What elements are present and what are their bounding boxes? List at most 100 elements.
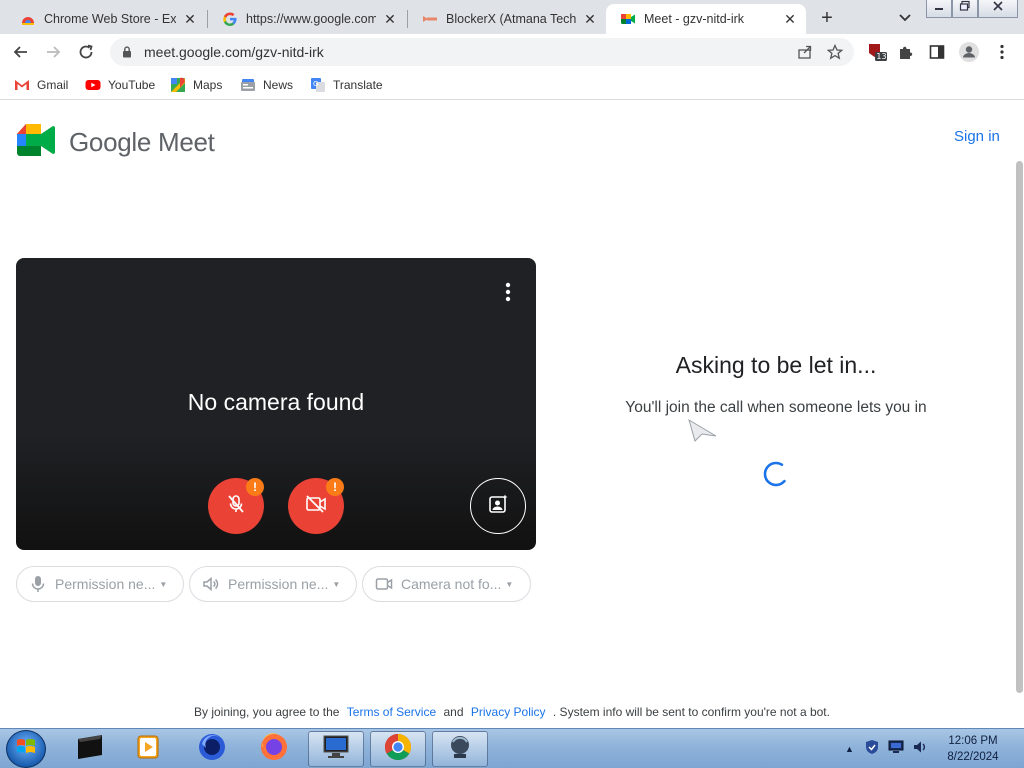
youtube-icon [85,77,101,93]
chrome-web-store-icon [20,11,36,27]
browser-toolbar: meet.google.com/gzv-nitd-irk 13 [0,34,1024,70]
camera-icon [375,575,393,593]
bookmark-translate[interactable]: G Translate [310,76,383,94]
bookmarks-bar: Gmail YouTube Maps News G Translate [0,70,1024,100]
media-player-icon [134,733,162,766]
chevron-down-icon: ▼ [505,579,514,589]
chrome-icon [383,732,413,767]
google-icon [222,11,238,27]
microphone-warning-badge: ! [246,478,264,496]
bookmark-maps[interactable]: Maps [170,76,222,94]
restore-button[interactable] [952,0,978,18]
speaker-icon [202,575,220,593]
volume-icon[interactable] [912,739,928,760]
close-window-button[interactable] [978,0,1018,18]
chevron-down-icon: ▼ [159,579,168,589]
extensions-puzzle-icon[interactable] [895,41,917,63]
bookmark-news[interactable]: News [240,76,293,94]
taskbar-firefox[interactable] [246,731,302,767]
camera-permission-select[interactable]: Camera not fo... ▼ [362,566,531,602]
chevron-down-icon: ▼ [332,579,341,589]
privacy-policy-link[interactable]: Privacy Policy [471,705,546,719]
microphone-off-icon [225,493,247,520]
close-tab-icon[interactable]: ✕ [382,11,398,27]
news-icon [240,77,256,93]
clock-time: 12:06 PM [948,735,998,747]
asking-message: You'll join the call when someone lets y… [625,399,927,416]
close-tab-icon[interactable]: ✕ [582,11,598,27]
brand-title: Google Meet [69,127,215,157]
clock-date: 8/22/2024 [947,751,999,763]
share-icon[interactable] [794,41,816,63]
speaker-permission-select[interactable]: Permission ne... ▼ [189,566,357,602]
bookmark-gmail[interactable]: Gmail [14,76,68,94]
translate-icon: G [310,77,326,93]
windows-logo-icon [15,737,37,762]
reload-button[interactable] [73,39,99,65]
media-center-icon [74,733,106,766]
taskbar-remote-desktop[interactable] [308,731,364,767]
bookmark-youtube[interactable]: YouTube [85,76,155,94]
address-bar[interactable]: meet.google.com/gzv-nitd-irk [110,38,854,66]
meet-icon [620,11,636,27]
microphone-permission-select[interactable]: Permission ne... ▼ [16,566,184,602]
forward-button[interactable] [40,39,66,65]
taskbar-network-app[interactable] [432,731,488,767]
asking-title: Asking to be let in... [675,352,877,378]
firefox-developer-icon [197,732,227,767]
microphone-icon [29,575,47,593]
sign-in-link[interactable]: Sign in [954,128,1000,145]
close-tab-icon[interactable]: ✕ [782,11,798,27]
more-options-icon[interactable] [500,280,516,304]
taskbar-chrome[interactable] [370,731,426,767]
meet-logo-icon [17,124,55,161]
visual-effects-button[interactable] [470,478,526,534]
terms-of-service-link[interactable]: Terms of Service [347,705,436,719]
taskbar-firefox-dev[interactable] [184,731,240,767]
mouse-cursor-icon [688,416,718,442]
terms-footer: By joining, you agree to the Terms of Se… [194,705,830,719]
system-tray: ▲ [845,729,928,768]
start-button[interactable] [6,730,46,768]
maps-icon [170,77,186,93]
tab-search-icon[interactable] [894,6,916,28]
no-camera-message: No camera found [187,389,365,415]
taskbar-media-player[interactable] [120,731,176,767]
extension-badge: 13 [876,52,887,61]
tab-strip: Chrome Web Store - Exte ✕ https://www.go… [0,0,1024,34]
show-hidden-icons-icon[interactable]: ▲ [845,744,854,754]
network-icon[interactable] [888,740,904,759]
taskbar-clock[interactable]: 12:06 PM 8/22/2024 [940,733,1006,765]
portrait-sparkle-icon [487,493,509,520]
close-tab-icon[interactable]: ✕ [182,11,198,27]
url-text[interactable]: meet.google.com/gzv-nitd-irk [144,44,794,60]
page-scrollbar[interactable] [1015,101,1024,728]
google-meet-logo: Google Meet [17,124,215,161]
lock-icon[interactable] [120,45,134,59]
side-panel-icon[interactable] [926,41,948,63]
loading-spinner [762,460,790,488]
blockerx-icon [422,11,438,27]
new-tab-button[interactable]: + [814,6,840,32]
windows-taskbar: ▲ 12:06 PM 8/22/2024 [0,728,1024,768]
tab-meet[interactable]: Meet - gzv-nitd-irk ✕ [606,4,806,34]
firefox-icon [259,732,289,767]
globe-user-icon [445,732,475,767]
bookmark-star-icon[interactable] [824,41,846,63]
tab-chrome-web-store[interactable]: Chrome Web Store - Exte ✕ [6,4,206,34]
blockerx-extension-icon[interactable]: 13 [866,41,888,63]
chrome-menu-icon[interactable] [991,41,1013,63]
remote-desktop-icon [321,733,351,766]
camera-warning-badge: ! [326,478,344,496]
profile-avatar-icon[interactable] [958,41,980,63]
tab-google[interactable]: https://www.google.com ✕ [208,4,406,34]
camera-off-icon [304,493,328,520]
svg-text:G: G [313,80,318,88]
scrollbar-thumb[interactable] [1016,161,1023,693]
taskbar-media-center[interactable] [62,731,118,767]
shield-tray-icon[interactable] [864,739,880,760]
minimize-button[interactable] [926,0,952,18]
back-button[interactable] [8,39,34,65]
gmail-icon [14,77,30,93]
tab-blockerx[interactable]: BlockerX (Atmana Tech) ✕ [408,4,606,34]
